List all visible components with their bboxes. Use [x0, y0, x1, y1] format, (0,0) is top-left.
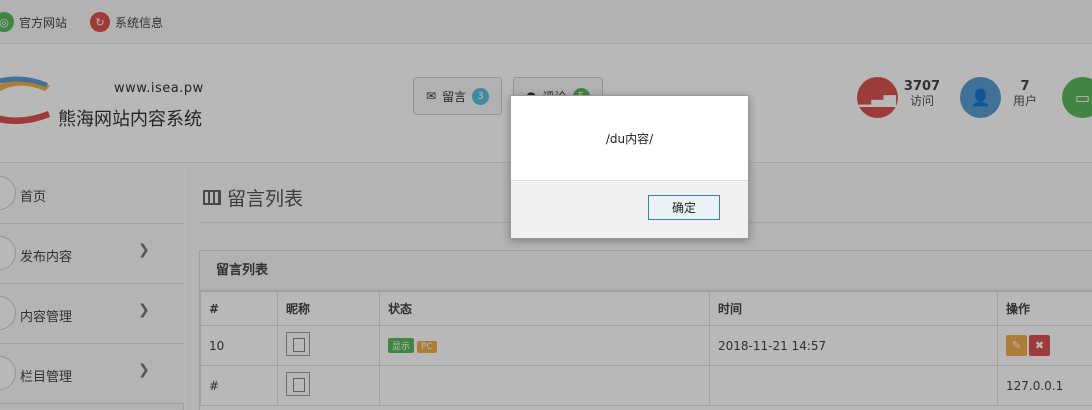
dialog-footer: 确定 [511, 180, 748, 238]
alert-message: /du内容/ [605, 132, 654, 146]
alert-dialog: /du内容/ 确定 [510, 95, 749, 239]
ok-button[interactable]: 确定 [648, 195, 720, 220]
